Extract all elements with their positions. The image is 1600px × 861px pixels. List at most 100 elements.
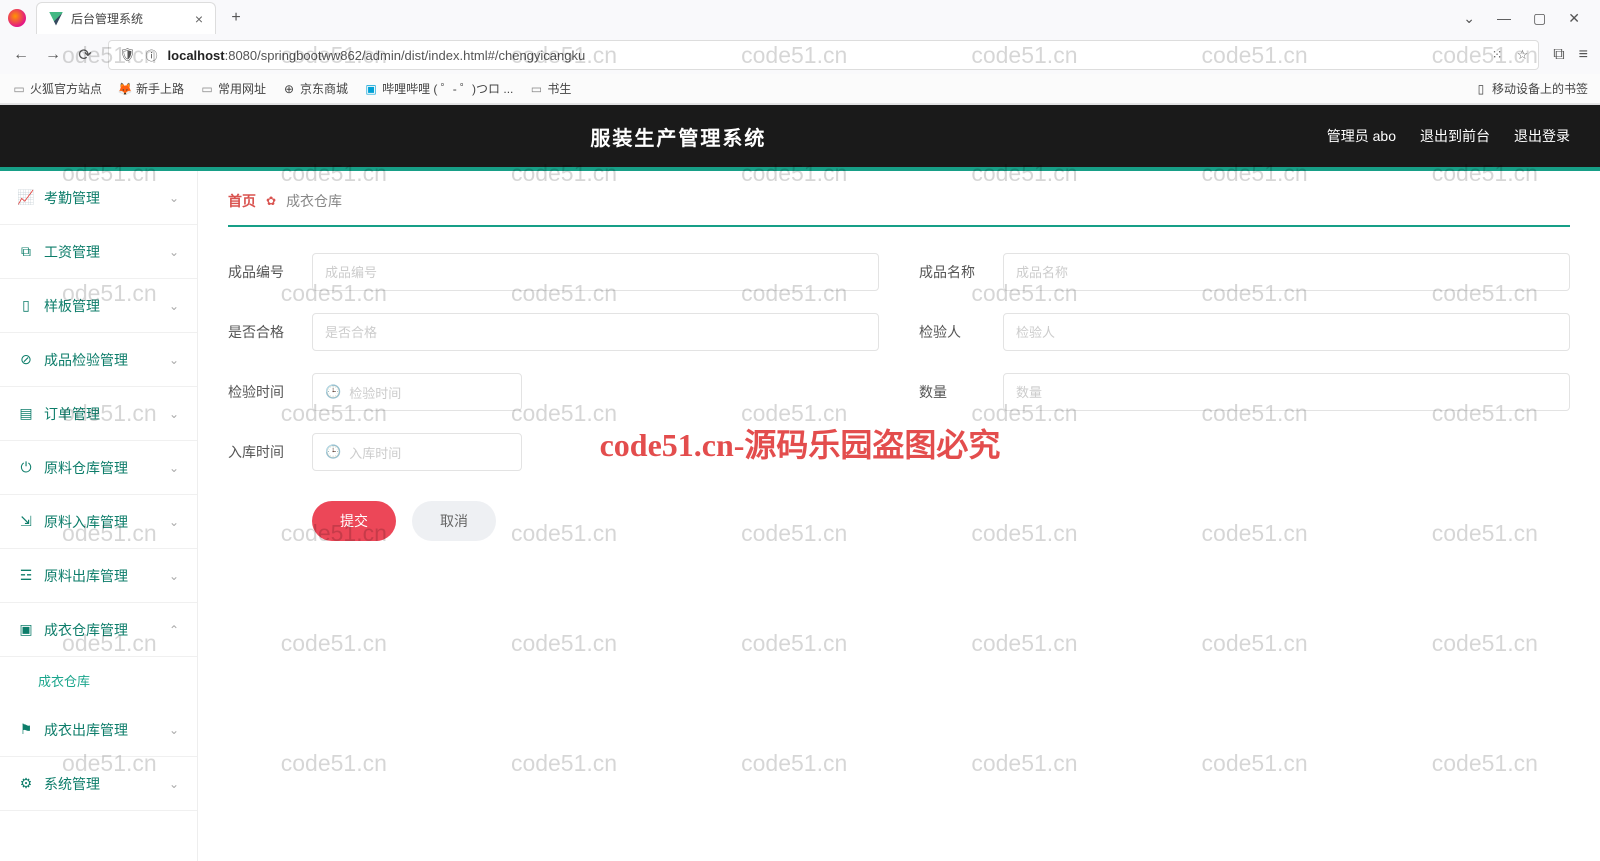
input-qualified[interactable] — [312, 313, 879, 351]
row-qualified: 是否合格 — [228, 313, 879, 351]
header-user[interactable]: 管理员 abo — [1327, 126, 1396, 146]
row-inspect-time: 检验时间 🕒检验时间 — [228, 373, 879, 411]
url-actions: ⁙ ☆ — [1492, 47, 1529, 63]
sidebar-item-material-wh[interactable]: ⏻原料仓库管理⌄ — [0, 441, 197, 495]
submit-button[interactable]: 提交 — [312, 501, 396, 541]
bookmark-item[interactable]: ⊕京东商城 — [282, 80, 348, 97]
new-tab-button[interactable]: + — [224, 9, 248, 27]
label-product-no: 成品编号 — [228, 262, 298, 282]
row-product-name: 成品名称 — [919, 253, 1570, 291]
datepicker-inspect-time[interactable]: 🕒检验时间 — [312, 373, 522, 411]
clock-icon: 🕒 — [325, 384, 341, 400]
sidebar: 📈考勤管理⌄ ⧉工资管理⌄ ▯样板管理⌄ ⊘成品检验管理⌄ ▤订单管理⌄ ⏻原料… — [0, 171, 198, 861]
mobile-bookmarks[interactable]: ▯移动设备上的书签 — [1474, 80, 1588, 97]
chevron-down-icon: ⌄ — [169, 569, 179, 583]
app-header: 服装生产管理系统 管理员 abo 退出到前台 退出登录 — [0, 105, 1600, 167]
sidebar-item-system[interactable]: ⚙系统管理⌄ — [0, 757, 197, 811]
bookmarks-bar: ▭火狐官方站点 🦊新手上路 ▭常用网址 ⊕京东商城 ▣哔哩哔哩 ( ゜- ゜)つ… — [0, 74, 1600, 104]
copy-icon: ⧉ — [18, 244, 34, 260]
app-title: 服装生产管理系统 — [30, 122, 1327, 151]
browser-tab[interactable]: 后台管理系统 × — [36, 2, 216, 34]
window-close-icon[interactable]: ✕ — [1568, 10, 1580, 27]
chevron-down-icon: ⌄ — [169, 407, 179, 421]
label-product-name: 成品名称 — [919, 262, 989, 282]
mobile-icon: ▯ — [1474, 82, 1488, 96]
extensions-icon[interactable]: ⧉ — [1553, 46, 1564, 64]
bookmark-star-icon[interactable]: ☆ — [1517, 47, 1529, 63]
gear-icon: ⚙ — [18, 776, 34, 792]
sidebar-sub-garment-wh[interactable]: 成衣仓库 — [0, 657, 197, 703]
cancel-button[interactable]: 取消 — [412, 501, 496, 541]
firefox-icon: 🦊 — [118, 82, 132, 96]
bookmark-item[interactable]: ▭书生 — [529, 80, 571, 97]
chevron-down-icon: ⌄ — [169, 461, 179, 475]
bookmark-item[interactable]: ▭常用网址 — [200, 80, 266, 97]
power-icon: ⏻ — [18, 460, 34, 476]
bookmark-item[interactable]: ▭火狐官方站点 — [12, 80, 102, 97]
qr-icon[interactable]: ⁙ — [1492, 47, 1503, 63]
url-text: localhost:8080/springbootww862/admin/dis… — [168, 48, 586, 63]
header-actions: 管理员 abo 退出到前台 退出登录 — [1327, 126, 1570, 146]
breadcrumb-home[interactable]: 首页 — [228, 191, 256, 211]
breadcrumb-current: 成衣仓库 — [286, 191, 342, 211]
sidebar-item-order[interactable]: ▤订单管理⌄ — [0, 387, 197, 441]
form: 成品编号 成品名称 是否合格 检验人 检验时间 🕒检验时间 数量 — [228, 253, 1570, 471]
chevron-down-icon: ⌄ — [169, 299, 179, 313]
row-in-time: 入库时间 🕒入库时间 — [228, 433, 1570, 471]
shield-icon: 🛡 — [119, 47, 136, 63]
tab-close-icon[interactable]: × — [195, 11, 203, 27]
sidebar-item-material-out[interactable]: ☲原料出库管理⌄ — [0, 549, 197, 603]
adjust-icon: ☲ — [18, 568, 34, 584]
form-actions: 提交 取消 — [312, 501, 1570, 541]
bookmark-item[interactable]: ▣哔哩哔哩 ( ゜- ゜)つロ ... — [364, 80, 513, 97]
app-body: 📈考勤管理⌄ ⧉工资管理⌄ ▯样板管理⌄ ⊘成品检验管理⌄ ▤订单管理⌄ ⏻原料… — [0, 171, 1600, 861]
browser-chrome: 后台管理系统 × + ⌄ — ▢ ✕ 🛡 ⓘ localhost:8080/sp… — [0, 0, 1600, 105]
folder-icon: ▭ — [529, 82, 543, 96]
in-icon: ⇲ — [18, 514, 34, 530]
nav-back-icon[interactable] — [12, 46, 30, 64]
sidebar-item-template[interactable]: ▯样板管理⌄ — [0, 279, 197, 333]
clock-icon: 🕒 — [325, 444, 341, 460]
box-icon: ▣ — [18, 622, 34, 638]
row-product-no: 成品编号 — [228, 253, 879, 291]
nav-refresh-icon[interactable] — [76, 46, 94, 64]
window-dropdown-icon[interactable]: ⌄ — [1463, 10, 1475, 27]
folder-icon: ▭ — [12, 82, 26, 96]
label-quantity: 数量 — [919, 382, 989, 402]
label-qualified: 是否合格 — [228, 322, 298, 342]
tab-title: 后台管理系统 — [71, 10, 143, 27]
label-inspector: 检验人 — [919, 322, 989, 342]
input-product-no[interactable] — [312, 253, 879, 291]
content: 首页 ✿ 成衣仓库 成品编号 成品名称 是否合格 检验人 检验时间 — [198, 171, 1600, 861]
chevron-down-icon: ⌄ — [169, 245, 179, 259]
input-quantity[interactable] — [1003, 373, 1570, 411]
sidebar-item-material-in[interactable]: ⇲原料入库管理⌄ — [0, 495, 197, 549]
input-product-name[interactable] — [1003, 253, 1570, 291]
row-quantity: 数量 — [919, 373, 1570, 411]
chevron-down-icon: ⌄ — [169, 191, 179, 205]
jd-icon: ⊕ — [282, 82, 296, 96]
input-inspector[interactable] — [1003, 313, 1570, 351]
window-minimize-icon[interactable]: — — [1497, 10, 1511, 27]
header-logout[interactable]: 退出登录 — [1514, 126, 1570, 146]
flag-icon: ⚑ — [18, 722, 34, 738]
phone-icon: ▯ — [18, 298, 34, 314]
menu-icon[interactable]: ≡ — [1579, 46, 1588, 64]
sidebar-item-attendance[interactable]: 📈考勤管理⌄ — [0, 171, 197, 225]
bilibili-icon: ▣ — [364, 82, 378, 96]
sidebar-item-salary[interactable]: ⧉工资管理⌄ — [0, 225, 197, 279]
datepicker-in-time[interactable]: 🕒入库时间 — [312, 433, 522, 471]
sidebar-item-garment-out[interactable]: ⚑成衣出库管理⌄ — [0, 703, 197, 757]
sidebar-item-qc[interactable]: ⊘成品检验管理⌄ — [0, 333, 197, 387]
breadcrumb: 首页 ✿ 成衣仓库 — [228, 191, 1570, 227]
header-to-front[interactable]: 退出到前台 — [1420, 126, 1490, 146]
sidebar-item-garment-wh[interactable]: ▣成衣仓库管理⌃ — [0, 603, 197, 657]
nav-forward-icon[interactable] — [44, 46, 62, 64]
folder-icon: ▭ — [200, 82, 214, 96]
firefox-logo-icon — [8, 9, 26, 27]
window-maximize-icon[interactable]: ▢ — [1533, 10, 1546, 27]
bookmark-item[interactable]: 🦊新手上路 — [118, 80, 184, 97]
chevron-down-icon: ⌄ — [169, 515, 179, 529]
tab-bar: 后台管理系统 × + ⌄ — ▢ ✕ — [0, 0, 1600, 36]
url-field[interactable]: 🛡 ⓘ localhost:8080/springbootww862/admin… — [108, 40, 1539, 70]
